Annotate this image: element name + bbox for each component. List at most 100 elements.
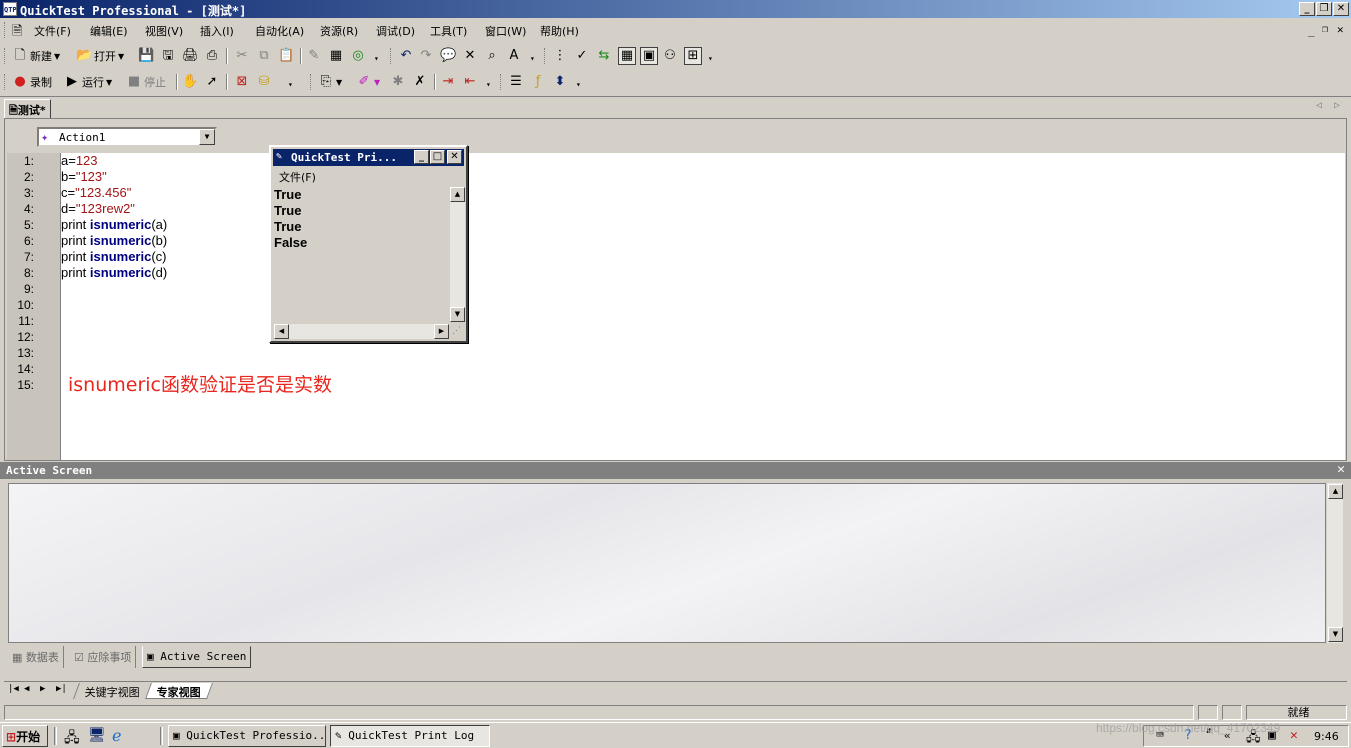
print-log-maximize-button[interactable]: □ — [430, 150, 445, 164]
minimize-button[interactable]: _ — [1299, 2, 1315, 16]
toolbar-grip[interactable] — [310, 74, 313, 90]
tab-active-screen[interactable]: ▣ Active Screen — [142, 646, 252, 668]
active-screen-scrollbar[interactable]: ▲ ▼ — [1326, 483, 1343, 643]
insert-step-button[interactable]: ⎘ ▼ — [318, 73, 342, 91]
menu-file[interactable]: 文件(F) — [34, 23, 71, 39]
task-quicktest-professional[interactable]: ▣ QuickTest Professio... — [168, 725, 326, 747]
uncomment-button[interactable]: ✕ — [462, 47, 478, 65]
data-table-button[interactable]: ▦ — [618, 47, 636, 65]
print-preview-button[interactable]: 🖨 — [182, 47, 199, 65]
paste-button[interactable]: 📋 — [278, 47, 294, 65]
run-button[interactable]: ▶ 运行 ▼ — [64, 73, 112, 91]
comment-button[interactable]: 💬 — [440, 47, 456, 65]
scroll-down-icon[interactable]: ▼ — [450, 307, 465, 322]
output-value-button[interactable]: ⇆ — [596, 47, 612, 65]
print-log-vertical-scrollbar[interactable]: ▲ ▼ — [449, 187, 465, 322]
restore-button[interactable]: ❐ — [1316, 2, 1332, 16]
redo-button[interactable]: ↷ — [418, 47, 434, 65]
edit-button[interactable]: ✎ — [306, 47, 322, 65]
object-repository-button[interactable]: ▦ — [328, 47, 344, 65]
tab-data-table[interactable]: ▦ 数据表 — [8, 646, 64, 668]
close-button[interactable]: ✕ — [1333, 2, 1349, 16]
replace-button[interactable]: A — [506, 47, 522, 65]
title-bar[interactable]: QTP QuickTest Professional - [测试*] _ ❐ ✕ — [0, 0, 1351, 18]
browser-icon[interactable]: ℯ — [112, 726, 121, 745]
toolbar-overflow-icon[interactable]: ▾ — [576, 80, 581, 89]
menu-resources[interactable]: 资源(R) — [320, 23, 358, 39]
copy-button[interactable]: ⧉ — [256, 47, 272, 65]
menu-automation[interactable]: 自动化(A) — [255, 23, 304, 39]
tab-keyword-view[interactable]: 关键字视图 — [73, 683, 151, 699]
tab-expert-view[interactable]: 专家视图 — [145, 683, 213, 699]
code-editor[interactable]: a=123 b="123" c="123.456" d="123rew2" pr… — [61, 153, 1345, 460]
mdi-minimize-icon[interactable]: _ — [1308, 24, 1315, 37]
menu-window[interactable]: 窗口(W) — [485, 23, 526, 39]
scroll-left-icon[interactable]: ◀ — [274, 324, 289, 339]
tab-scroll-right-icon[interactable]: ▷ — [1334, 100, 1340, 111]
toolbar-grip[interactable] — [4, 48, 7, 64]
chevron-down-icon[interactable]: ▼ — [199, 129, 215, 145]
active-screen-close-icon[interactable]: ✕ — [1337, 462, 1345, 477]
menu-tools[interactable]: 工具(T) — [430, 23, 467, 39]
toolbar-overflow-icon[interactable]: ▾ — [708, 54, 713, 63]
checkpoint-button[interactable]: ✓ — [574, 47, 590, 65]
toolbar-grip[interactable] — [544, 48, 547, 64]
toolbar-overflow-icon[interactable]: ▾ — [374, 54, 379, 63]
scroll-up-icon[interactable]: ▲ — [1328, 484, 1343, 499]
breakpoint-button[interactable]: ✱ — [390, 73, 406, 91]
document-icon[interactable]: 🗎 — [12, 22, 22, 44]
tab-test[interactable]: 🗎测试* — [4, 99, 51, 119]
new-button[interactable]: 🗋 新建 ▼ — [12, 47, 60, 65]
cut-button[interactable]: ✂ — [234, 47, 250, 65]
undo-button[interactable]: ↶ — [398, 47, 414, 65]
results-button[interactable]: ⊠ — [234, 73, 250, 91]
first-tab-icon[interactable]: |◀ — [8, 684, 19, 694]
print-log-horizontal-scrollbar[interactable]: ◀ ▶ — [273, 323, 449, 339]
step-generator-button[interactable]: ⋮ — [552, 47, 568, 65]
keyword-view-button[interactable]: ☰ — [508, 73, 524, 91]
print-log-window[interactable]: ✎ QuickTest Pri... _ □ ✕ 文件(F) True True… — [269, 145, 468, 343]
step-out-button[interactable]: ⇤ — [462, 73, 478, 91]
print-log-menu-file[interactable]: 文件(F) — [279, 169, 316, 185]
print-log-close-button[interactable]: ✕ — [447, 150, 462, 164]
highlight-button[interactable]: ✐ ▼ — [356, 73, 381, 91]
find-button[interactable]: ⌕ — [484, 47, 500, 65]
action-selector[interactable]: ✦ Action1 ▼ — [37, 127, 217, 147]
menu-help[interactable]: 帮助(H) — [540, 23, 579, 39]
save-button[interactable]: 💾 — [138, 47, 154, 65]
security-alert-icon[interactable]: ✕ — [1290, 728, 1298, 743]
toolbar-overflow-icon[interactable]: ▾ — [530, 54, 535, 63]
resize-grip-icon[interactable]: ⋰ — [452, 326, 461, 336]
toolbar-grip[interactable] — [390, 48, 393, 64]
toolbar-grip[interactable] — [4, 74, 7, 90]
menu-debug[interactable]: 调试(D) — [376, 23, 415, 39]
task-quicktest-print-log[interactable]: ✎ QuickTest Print Log — [330, 725, 490, 747]
show-desktop-icon[interactable]: 🖧 — [64, 727, 80, 748]
tab-todo[interactable]: ☑ 应除事项 — [70, 646, 137, 668]
mdi-close-icon[interactable]: ✕ — [1337, 23, 1344, 36]
scroll-right-icon[interactable]: ▶ — [434, 324, 449, 339]
analog-recording-button[interactable]: ✋ — [182, 73, 198, 91]
record-button[interactable]: ● 录制 — [12, 73, 52, 91]
print-log-title-bar[interactable]: ✎ QuickTest Pri... _ □ ✕ — [273, 149, 464, 166]
save-all-button[interactable]: 🖫 — [160, 47, 176, 65]
prev-tab-icon[interactable]: ◀ — [24, 684, 29, 694]
object-properties-button[interactable]: ⬍ — [552, 73, 568, 91]
toolbar-grip[interactable] — [500, 74, 503, 90]
mdi-restore-icon[interactable]: ❐ — [1322, 24, 1328, 35]
start-button[interactable]: ⊞开始 — [2, 725, 48, 747]
next-tab-icon[interactable]: ▶ — [40, 684, 45, 694]
debug-viewer-button[interactable]: ⚇ — [662, 47, 678, 65]
menu-insert[interactable]: 插入(I) — [200, 23, 234, 39]
resources-button[interactable]: ⛁ — [256, 73, 272, 91]
active-screen-button[interactable]: ▣ — [640, 47, 658, 65]
scroll-down-icon[interactable]: ▼ — [1328, 627, 1343, 642]
print-button[interactable]: ⎙ — [204, 47, 220, 65]
clear-breakpoints-button[interactable]: ✗ — [412, 73, 428, 91]
last-tab-icon[interactable]: ▶| — [56, 684, 67, 694]
computer-icon[interactable]: 🖥 — [88, 727, 106, 743]
object-spy-button[interactable]: ◎ — [350, 47, 366, 65]
toolbar-overflow-icon[interactable]: ▾ — [288, 80, 293, 89]
open-button[interactable]: 📂 打开 ▼ — [76, 47, 124, 65]
information-button[interactable]: ⊞ — [684, 47, 702, 65]
